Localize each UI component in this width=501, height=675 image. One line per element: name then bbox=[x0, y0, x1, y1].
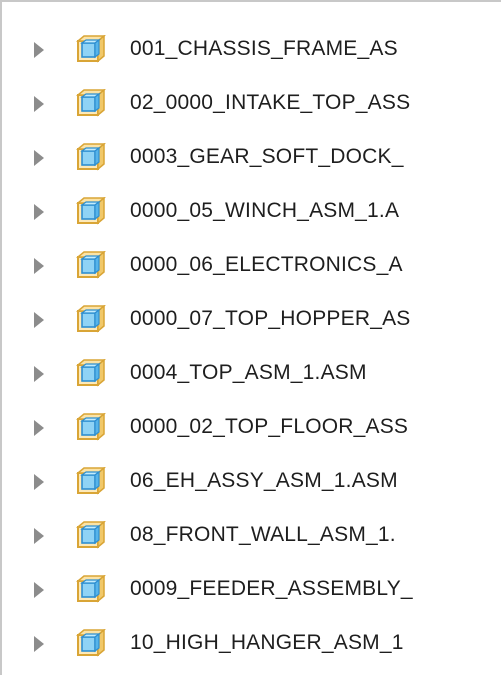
model-tree-panel: 001_CHASSIS_FRAME_AS 02_0000_INTAKE_TOP_… bbox=[0, 0, 501, 675]
tree-item-label: 10_HIGH_HANGER_ASM_1 bbox=[130, 631, 404, 654]
assembly-icon bbox=[76, 197, 106, 225]
tree-item-label: 0000_06_ELECTRONICS_A bbox=[130, 253, 403, 276]
tree-item-10[interactable]: 08_FRONT_WALL_ASM_1. bbox=[0, 508, 501, 562]
expand-triangle-icon[interactable] bbox=[34, 150, 44, 166]
tree-item-label: 001_CHASSIS_FRAME_AS bbox=[130, 37, 398, 60]
tree-item-9[interactable]: 06_EH_ASSY_ASM_1.ASM bbox=[0, 454, 501, 508]
assembly-icon bbox=[76, 413, 106, 441]
assembly-icon bbox=[76, 575, 106, 603]
tree-item-7[interactable]: 0004_TOP_ASM_1.ASM bbox=[0, 346, 501, 400]
tree-item-1[interactable]: 001_CHASSIS_FRAME_AS bbox=[0, 22, 501, 76]
assembly-icon bbox=[76, 629, 106, 657]
tree-item-11[interactable]: 0009_FEEDER_ASSEMBLY_ bbox=[0, 562, 501, 616]
assembly-icon bbox=[76, 89, 106, 117]
tree-item-5[interactable]: 0000_06_ELECTRONICS_A bbox=[0, 238, 501, 292]
expand-triangle-icon[interactable] bbox=[34, 420, 44, 436]
tree-item-4[interactable]: 0000_05_WINCH_ASM_1.A bbox=[0, 184, 501, 238]
model-tree: 001_CHASSIS_FRAME_AS 02_0000_INTAKE_TOP_… bbox=[0, 0, 501, 675]
tree-item-12[interactable]: 10_HIGH_HANGER_ASM_1 bbox=[0, 616, 501, 670]
tree-item-label: 02_0000_INTAKE_TOP_ASS bbox=[130, 91, 411, 114]
expand-triangle-icon[interactable] bbox=[34, 366, 44, 382]
expand-triangle-icon[interactable] bbox=[34, 636, 44, 652]
assembly-icon bbox=[76, 521, 106, 549]
tree-item-label: 0000_07_TOP_HOPPER_AS bbox=[130, 307, 411, 330]
tree-item-label: 08_FRONT_WALL_ASM_1. bbox=[130, 523, 396, 546]
expand-triangle-icon[interactable] bbox=[34, 312, 44, 328]
tree-item-8[interactable]: 0000_02_TOP_FLOOR_ASS bbox=[0, 400, 501, 454]
tree-item-label: 0003_GEAR_SOFT_DOCK_ bbox=[130, 145, 404, 168]
assembly-icon bbox=[76, 359, 106, 387]
tree-item-label: 0009_FEEDER_ASSEMBLY_ bbox=[130, 577, 413, 600]
expand-triangle-icon[interactable] bbox=[34, 42, 44, 58]
tree-item-label: 06_EH_ASSY_ASM_1.ASM bbox=[130, 469, 398, 492]
tree-item-label: 0000_05_WINCH_ASM_1.A bbox=[130, 199, 400, 222]
assembly-icon bbox=[76, 143, 106, 171]
tree-item-3[interactable]: 0003_GEAR_SOFT_DOCK_ bbox=[0, 130, 501, 184]
tree-item-label: 0000_02_TOP_FLOOR_ASS bbox=[130, 415, 409, 438]
expand-triangle-icon[interactable] bbox=[34, 528, 44, 544]
expand-triangle-icon[interactable] bbox=[34, 258, 44, 274]
expand-triangle-icon[interactable] bbox=[34, 204, 44, 220]
assembly-icon bbox=[76, 467, 106, 495]
expand-triangle-icon[interactable] bbox=[34, 582, 44, 598]
expand-triangle-icon[interactable] bbox=[34, 474, 44, 490]
expand-triangle-icon[interactable] bbox=[34, 96, 44, 112]
assembly-icon bbox=[76, 251, 106, 279]
assembly-icon bbox=[76, 35, 106, 63]
tree-item-label: 0004_TOP_ASM_1.ASM bbox=[130, 361, 367, 384]
tree-item-6[interactable]: 0000_07_TOP_HOPPER_AS bbox=[0, 292, 501, 346]
tree-item-2[interactable]: 02_0000_INTAKE_TOP_ASS bbox=[0, 76, 501, 130]
assembly-icon bbox=[76, 305, 106, 333]
